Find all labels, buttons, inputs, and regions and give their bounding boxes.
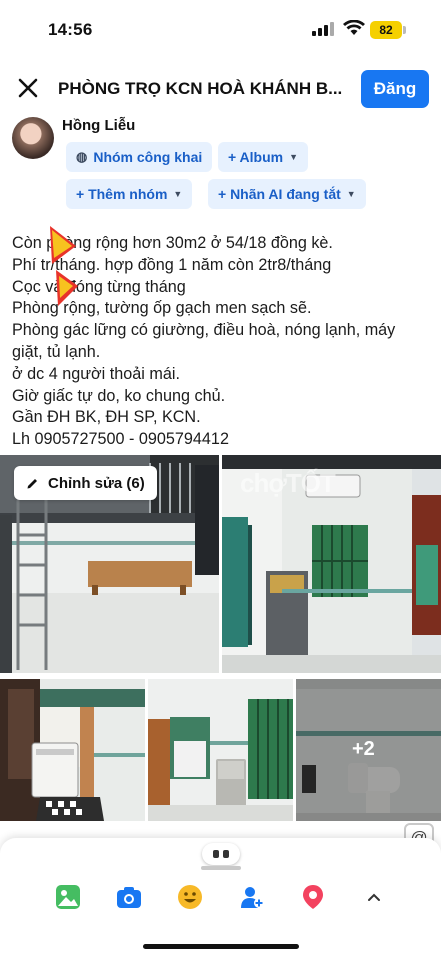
post-line: Phòng gác lững có giường, điều hoà, nóng… — [12, 321, 396, 340]
post-line: Gần ĐH BK, ĐH SP, KCN. — [12, 408, 201, 427]
caret-down-icon: ▼ — [289, 152, 299, 162]
status-time: 14:56 — [48, 20, 93, 39]
post-button[interactable]: Đăng — [361, 70, 429, 108]
battery-indicator: 82 — [370, 21, 402, 39]
sheet-toggle[interactable] — [202, 843, 240, 865]
umbrella-sticker — [50, 226, 78, 306]
author-name: Hồng Liễu — [62, 117, 136, 134]
post-line: ở dc 4 người thoải mái. — [12, 364, 180, 383]
pencil-icon — [27, 479, 37, 489]
album-chip[interactable]: + Album ▼ — [218, 142, 309, 172]
privacy-chip[interactable]: ◍ Nhóm công khai — [66, 142, 213, 172]
ai-label-text: + Nhãn AI đang tắt — [218, 186, 341, 202]
add-group-label: + Thêm nhóm — [76, 186, 168, 202]
album-label: + Album — [228, 149, 284, 165]
globe-icon: ◍ — [76, 149, 88, 164]
group-title: PHÒNG TRỌ KCN HOÀ KHÁNH B... — [58, 79, 343, 98]
composer-header: PHÒNG TRỌ KCN HOÀ KHÁNH B... Đăng — [0, 62, 441, 114]
home-indicator — [143, 944, 299, 949]
ai-label-chip[interactable]: + Nhãn AI đang tắt ▼ — [208, 179, 366, 209]
more-photos-count: +2 — [352, 738, 375, 760]
avatar — [12, 117, 54, 159]
dots-icon — [213, 850, 229, 858]
edit-photos-button[interactable]: Chỉnh sửa (6) — [14, 466, 157, 500]
status-bar: 14:56 82 — [0, 0, 441, 58]
wifi-icon — [343, 20, 365, 35]
privacy-label: Nhóm công khai — [93, 149, 203, 165]
chevron-up-icon[interactable] — [361, 884, 387, 910]
emoji-icon[interactable] — [177, 884, 203, 910]
post-line: Giờ giấc tự do, ko chung chủ. — [12, 386, 226, 405]
watermark-logo: chợTỐT — [240, 468, 336, 498]
post-line: giặt, tủ lạnh. — [12, 342, 101, 361]
sheet-handle[interactable] — [201, 866, 241, 870]
location-icon[interactable] — [300, 884, 326, 910]
battery-tip — [403, 26, 406, 34]
cellular-signal-icon — [312, 22, 334, 36]
photo-icon[interactable] — [55, 884, 81, 910]
caret-down-icon: ▼ — [173, 189, 183, 199]
tag-people-icon[interactable] — [239, 884, 265, 910]
photo-washing-machine[interactable] — [0, 679, 145, 821]
camera-icon[interactable] — [116, 884, 142, 910]
add-group-chip[interactable]: + Thêm nhóm ▼ — [66, 179, 193, 209]
photo-kitchen-fridge[interactable] — [148, 679, 293, 821]
edit-photos-label: Chỉnh sửa (6) — [48, 474, 145, 492]
post-line: Lh 0905727500 - 0905794412 — [12, 430, 229, 449]
caret-down-icon: ▼ — [346, 189, 356, 199]
close-icon[interactable] — [16, 76, 40, 100]
